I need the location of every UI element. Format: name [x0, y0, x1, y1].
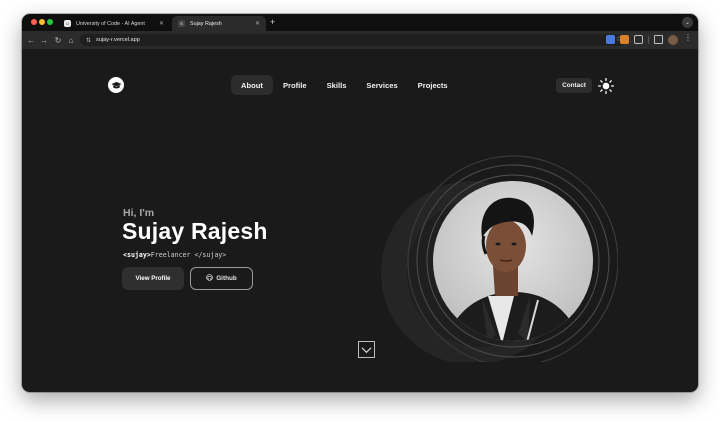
tab-university-of-code[interactable]: U University of Code - AI Agent ✕: [58, 16, 170, 31]
nav-about[interactable]: About: [231, 75, 273, 95]
university-of-code-favicon-icon: U: [64, 20, 71, 27]
github-button-label: Github: [216, 275, 237, 282]
tab-title: University of Code - AI Agent: [76, 20, 145, 27]
address-bar[interactable]: ⇅ sujay-r.vercel.app ☆: [80, 34, 626, 46]
url-text: sujay-r.vercel.app: [96, 37, 140, 43]
github-button[interactable]: Github: [190, 267, 253, 290]
tab-search-icon[interactable]: ⌄: [682, 17, 693, 28]
nav-projects[interactable]: Projects: [408, 75, 458, 95]
portrait-illustration: [381, 155, 618, 362]
nav-profile[interactable]: Profile: [273, 75, 317, 95]
sun-icon[interactable]: [598, 78, 614, 94]
site-info-icon[interactable]: ⇅: [86, 37, 91, 44]
close-icon[interactable]: ✕: [159, 20, 164, 27]
sujay-favicon-icon: S: [178, 20, 185, 27]
menu-dots-icon[interactable]: ⋮: [684, 33, 692, 42]
nav-services[interactable]: Services: [356, 75, 407, 95]
main-nav: About Profile Skills Services Projects: [231, 75, 458, 95]
toolbar-divider: [648, 36, 649, 44]
close-window-button[interactable]: [31, 19, 37, 25]
tab-sujay-rajesh[interactable]: S Sujay Rajesh ✕: [172, 16, 266, 31]
contact-button[interactable]: Contact: [556, 78, 592, 93]
extension-icon[interactable]: [620, 35, 629, 44]
close-icon[interactable]: ✕: [255, 20, 260, 27]
new-tab-button[interactable]: +: [270, 17, 275, 28]
reload-icon[interactable]: ↻: [52, 34, 64, 46]
tag-open: <sujay>: [123, 251, 151, 259]
extensions-puzzle-icon[interactable]: [634, 35, 643, 44]
graduation-cap-icon[interactable]: [108, 77, 124, 93]
forward-arrow-icon[interactable]: →: [38, 34, 50, 46]
tag-close: </sujay>: [194, 251, 227, 259]
browser-toolbar: ← → ↻ ⌂ ⇅ sujay-r.vercel.app ☆ ⋮: [22, 31, 698, 49]
portfolio-page: About Profile Skills Services Projects C…: [22, 49, 698, 392]
browser-window: U University of Code - AI Agent ✕ S Suja…: [22, 14, 698, 392]
view-profile-button[interactable]: View Profile: [122, 267, 184, 290]
home-icon[interactable]: ⌂: [65, 34, 77, 46]
extension-icon[interactable]: [606, 35, 615, 44]
profile-avatar[interactable]: [668, 35, 678, 45]
hero-name: Sujay Rajesh: [122, 218, 268, 244]
tag-text: Freelancer: [150, 251, 195, 259]
nav-skills[interactable]: Skills: [317, 75, 357, 95]
tab-strip: U University of Code - AI Agent ✕ S Suja…: [22, 14, 698, 31]
tab-title: Sujay Rajesh: [190, 20, 222, 27]
hero-tagline: <sujay>Freelancer </sujay>: [123, 251, 226, 259]
chevron-down-icon[interactable]: [358, 341, 375, 358]
media-icon[interactable]: [654, 35, 663, 44]
github-icon: [206, 274, 213, 283]
minimize-window-button[interactable]: [39, 19, 45, 25]
maximize-window-button[interactable]: [47, 19, 53, 25]
back-arrow-icon[interactable]: ←: [25, 34, 37, 46]
